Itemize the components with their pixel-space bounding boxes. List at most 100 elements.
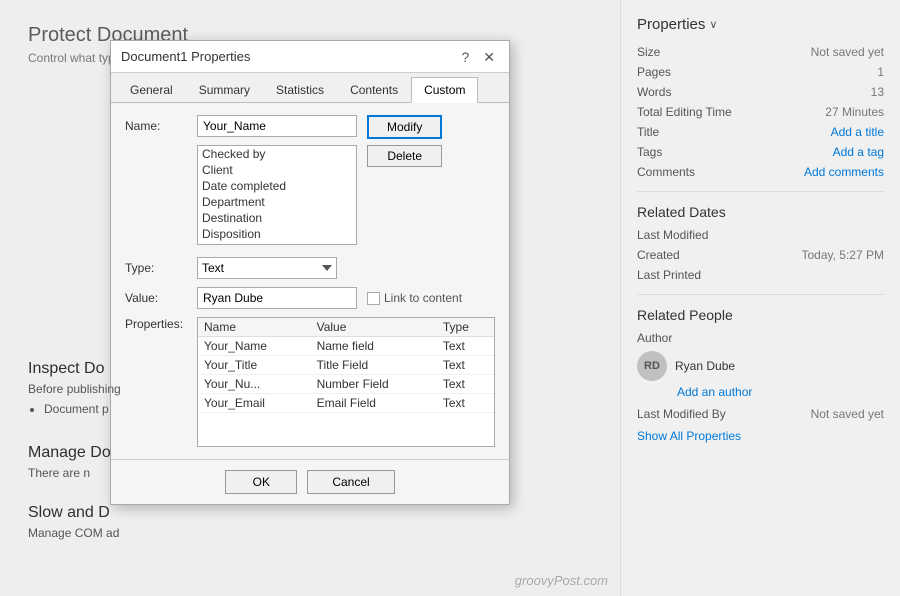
- props-key: Total Editing Time: [637, 105, 732, 119]
- props-key: Tags: [637, 145, 662, 159]
- table-cell-type: Text: [437, 337, 494, 356]
- author-name: Ryan Dube: [675, 359, 735, 373]
- close-button[interactable]: ✕: [479, 50, 499, 64]
- dialog-body: Name: Checked by Client Date completed D…: [111, 103, 509, 459]
- props-row: Pages 1: [637, 65, 884, 79]
- type-row: Type: Text Date Number Yes or No: [125, 257, 495, 279]
- slow-title: Slow and D: [28, 504, 119, 522]
- inspect-section: Inspect Do Before publishing Document p: [28, 360, 121, 416]
- right-buttons: Modify Delete: [367, 115, 442, 167]
- properties-section: Properties: Name Value Type: [125, 317, 495, 447]
- properties-title: Properties: [637, 16, 705, 33]
- tabs-row: General Summary Statistics Contents Cust…: [111, 73, 509, 103]
- table-cell-name: Your_Title: [198, 356, 311, 375]
- properties-heading: Properties ∨: [637, 16, 884, 33]
- tab-summary[interactable]: Summary: [186, 77, 263, 103]
- author-info: RD Ryan Dube: [637, 351, 884, 381]
- watermark: groovyPost.com: [515, 573, 608, 588]
- chevron-down-icon[interactable]: ∨: [709, 18, 717, 31]
- table-cell-type: Text: [437, 375, 494, 394]
- table-cell-name: Your_Name: [198, 337, 311, 356]
- props-val[interactable]: Add a tag: [833, 145, 884, 159]
- table-cell-value: Number Field: [311, 375, 437, 394]
- table-cell-value: Title Field: [311, 356, 437, 375]
- dialog-controls: ? ✕: [457, 50, 499, 64]
- list-item[interactable]: Checked by: [198, 146, 356, 162]
- props-val: 13: [871, 85, 884, 99]
- link-label: Link to content: [384, 291, 462, 305]
- props-val[interactable]: Add comments: [804, 165, 884, 179]
- add-author[interactable]: Add an author: [677, 385, 884, 399]
- props-val: 27 Minutes: [825, 105, 884, 119]
- table-cell-type: Text: [437, 356, 494, 375]
- props-row: Title Add a title: [637, 125, 884, 139]
- slow-desc: Manage COM ad: [28, 526, 119, 540]
- cancel-button[interactable]: Cancel: [307, 470, 394, 494]
- tab-general[interactable]: General: [117, 77, 186, 103]
- table-row[interactable]: Your_NameName fieldText: [198, 337, 494, 356]
- link-checkbox[interactable]: [367, 292, 380, 305]
- ok-button[interactable]: OK: [225, 470, 297, 494]
- props-val: Not saved yet: [811, 45, 884, 59]
- inspect-desc: Before publishing: [28, 382, 121, 396]
- help-button[interactable]: ?: [457, 50, 473, 64]
- table-cell-name: Your_Nu...: [198, 375, 311, 394]
- table-cell-name: Your_Email: [198, 394, 311, 413]
- related-people-heading: Related People: [637, 307, 884, 323]
- props-rows: Size Not saved yet Pages 1 Words13 Total Edit…: [637, 45, 884, 179]
- list-item[interactable]: Department: [198, 194, 356, 210]
- related-dates-heading: Related Dates: [637, 204, 884, 220]
- list-item[interactable]: Disposition: [198, 226, 356, 242]
- props-row: Comments Add comments: [637, 165, 884, 179]
- date-key: Last Modified: [637, 228, 708, 242]
- props-row: Tags Add a tag: [637, 145, 884, 159]
- avatar: RD: [637, 351, 667, 381]
- manage-desc: There are n: [28, 466, 111, 480]
- list-item[interactable]: Date completed: [198, 178, 356, 194]
- inspect-title: Inspect Do: [28, 360, 121, 378]
- dates-rows: Last ModifiedCreatedToday, 5:27 PMLast P…: [637, 228, 884, 282]
- properties-dialog: Document1 Properties ? ✕ General Summary…: [110, 40, 510, 505]
- props-row: Words13: [637, 85, 884, 99]
- table-cell-value: Email Field: [311, 394, 437, 413]
- left-panel: Protect Document Control what types of c…: [0, 0, 620, 596]
- props-key: Comments: [637, 165, 695, 179]
- manage-section: Manage Do There are n: [28, 444, 111, 486]
- props-key: Pages: [637, 65, 671, 79]
- value-row: Value: Link to content: [125, 287, 495, 309]
- props-key: Title: [637, 125, 659, 139]
- tab-statistics[interactable]: Statistics: [263, 77, 337, 103]
- modify-button[interactable]: Modify: [367, 115, 442, 139]
- date-key: Created: [637, 248, 680, 262]
- author-label: Author: [637, 331, 672, 345]
- props-val: 1: [877, 65, 884, 79]
- table-cell-value: Name field: [311, 337, 437, 356]
- link-to-content: Link to content: [367, 291, 462, 305]
- props-val[interactable]: Add a title: [831, 125, 884, 139]
- prop-table: Name Value Type Your_NameName fieldTextY…: [198, 318, 494, 413]
- delete-button[interactable]: Delete: [367, 145, 442, 167]
- inspect-bullet: Document p: [44, 402, 121, 416]
- type-select[interactable]: Text Date Number Yes or No: [197, 257, 337, 279]
- table-row[interactable]: Your_Nu...Number FieldText: [198, 375, 494, 394]
- table-row[interactable]: Your_TitleTitle FieldText: [198, 356, 494, 375]
- table-row[interactable]: Your_EmailEmail FieldText: [198, 394, 494, 413]
- tab-custom[interactable]: Custom: [411, 77, 478, 103]
- right-panel: Properties ∨ Size Not saved yet Pages 1 Word…: [620, 0, 900, 596]
- col-type: Type: [437, 318, 494, 337]
- list-item[interactable]: Destination: [198, 210, 356, 226]
- value-input[interactable]: [197, 287, 357, 309]
- slow-section: Slow and D Manage COM ad: [28, 504, 119, 546]
- name-input[interactable]: [197, 115, 357, 137]
- name-list[interactable]: Checked by Client Date completed Departm…: [197, 145, 357, 245]
- tab-contents[interactable]: Contents: [337, 77, 411, 103]
- col-name: Name: [198, 318, 311, 337]
- type-label: Type:: [125, 261, 197, 275]
- name-list-wrapper: Checked by Client Date completed Departm…: [197, 145, 357, 245]
- dialog-titlebar: Document1 Properties ? ✕: [111, 41, 509, 73]
- props-row: Total Editing Time 27 Minutes: [637, 105, 884, 119]
- manage-title: Manage Do: [28, 444, 111, 462]
- list-item[interactable]: Client: [198, 162, 356, 178]
- props-key: Size: [637, 45, 660, 59]
- show-all-props[interactable]: Show All Properties: [637, 429, 884, 443]
